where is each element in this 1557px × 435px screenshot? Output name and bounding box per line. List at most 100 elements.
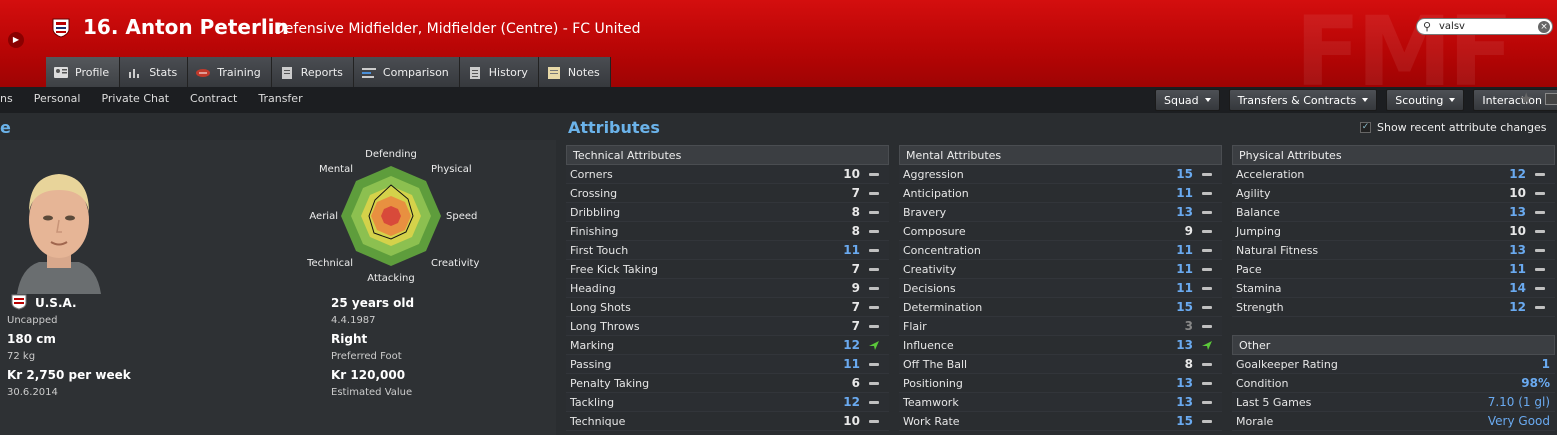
attribute-row[interactable]: Decisions 11 <box>899 279 1222 298</box>
attribute-row[interactable]: Teamwork 13 <box>899 393 1222 412</box>
attribute-row[interactable]: Marking 12 <box>566 336 889 355</box>
attribute-row[interactable]: Jumping 10 <box>1232 222 1555 241</box>
attribute-row[interactable]: Last 5 Games 7.10 (1 gl) <box>1232 393 1555 412</box>
tab-label: Reports <box>300 65 343 79</box>
attribute-row[interactable]: Aggression 15 <box>899 165 1222 184</box>
attribute-row[interactable]: Anticipation 11 <box>899 184 1222 203</box>
tab-training[interactable]: Training <box>188 57 272 87</box>
club-crest-icon <box>52 18 70 38</box>
attribute-row[interactable]: Natural Fitness 13 <box>1232 241 1555 260</box>
attribute-value: 13 <box>1176 395 1193 409</box>
attribute-row[interactable]: Dribbling 8 <box>566 203 889 222</box>
subnav-item[interactable]: ns <box>0 92 13 105</box>
attribute-row[interactable]: Acceleration 12 <box>1232 165 1555 184</box>
attribute-value: 7 <box>851 186 860 200</box>
attribute-row[interactable]: Finishing 8 <box>566 222 889 241</box>
subnav-item[interactable]: Personal <box>34 92 81 105</box>
attribute-value: 6 <box>851 376 860 390</box>
attribute-row[interactable]: Long Shots 7 <box>566 298 889 317</box>
subnav-item[interactable]: Contract <box>190 92 237 105</box>
attribute-name: Decisions <box>903 282 956 295</box>
attribute-row[interactable]: First Touch 11 <box>566 241 889 260</box>
attribute-row[interactable]: Heading 9 <box>566 279 889 298</box>
radar-label-defending: Defending <box>365 149 417 160</box>
trend-steady-icon <box>1201 226 1213 237</box>
attribute-value: 11 <box>1176 186 1193 200</box>
show-recent-changes-toggle[interactable]: ✓ Show recent attribute changes <box>1360 121 1547 134</box>
subnav-item[interactable]: Transfer <box>258 92 302 105</box>
attribute-row[interactable]: Technique 10 <box>566 412 889 431</box>
attribute-name: Long Shots <box>570 301 631 314</box>
attribute-row[interactable]: Strength 12 <box>1232 298 1555 317</box>
tab-profile[interactable]: Profile <box>46 57 121 87</box>
trend-steady-icon <box>1201 188 1213 199</box>
attribute-row[interactable]: Determination 15 <box>899 298 1222 317</box>
training-icon <box>196 68 211 77</box>
squad-dropdown-button[interactable]: Squad <box>1155 89 1220 111</box>
estimated-value: Kr 120,000 <box>331 368 406 382</box>
attribute-name: Last 5 Games <box>1236 396 1312 409</box>
tab-reports[interactable]: Reports <box>271 57 354 87</box>
left-panel-title: e <box>0 118 11 137</box>
trend-steady-icon <box>1201 302 1213 313</box>
attribute-row[interactable]: Morale Very Good <box>1232 412 1555 431</box>
attribute-row[interactable]: Positioning 13 <box>899 374 1222 393</box>
attribute-row[interactable]: Influence 13 <box>899 336 1222 355</box>
attribute-row[interactable]: Agility 10 <box>1232 184 1555 203</box>
attribute-row[interactable]: Penalty Taking 6 <box>566 374 889 393</box>
attribute-row[interactable]: Stamina 14 <box>1232 279 1555 298</box>
attribute-value: 12 <box>1509 300 1526 314</box>
attribute-name: Goalkeeper Rating <box>1236 358 1338 371</box>
attribute-row[interactable]: Creativity 11 <box>899 260 1222 279</box>
clear-search-icon[interactable]: × <box>1538 21 1550 33</box>
expand-arrow-icon[interactable]: ▶ <box>8 32 24 48</box>
attribute-row[interactable]: Pace 11 <box>1232 260 1555 279</box>
trend-steady-icon <box>1534 226 1546 237</box>
attribute-row[interactable]: Flair 3 <box>899 317 1222 336</box>
attribute-value: 1 <box>1541 357 1550 371</box>
attribute-value: 8 <box>851 205 860 219</box>
attribute-row[interactable]: Bravery 13 <box>899 203 1222 222</box>
attribute-row[interactable]: Off The Ball 8 <box>899 355 1222 374</box>
attribute-value: 15 <box>1176 414 1193 428</box>
attribute-name: Bravery <box>903 206 947 219</box>
tab-history[interactable]: History <box>459 57 539 87</box>
attribute-row[interactable]: Composure 9 <box>899 222 1222 241</box>
attribute-name: Passing <box>570 358 612 371</box>
search-input[interactable] <box>1439 20 1534 33</box>
radar-label-speed: Speed <box>446 211 477 222</box>
search-box[interactable]: ⚲ × <box>1416 18 1553 35</box>
transfers-contracts-dropdown-button[interactable]: Transfers & Contracts <box>1228 89 1378 111</box>
attribute-row[interactable]: Crossing 7 <box>566 184 889 203</box>
tab-stats[interactable]: Stats <box>120 57 189 87</box>
attribute-row[interactable]: Goalkeeper Rating 1 <box>1232 355 1555 374</box>
attribute-row[interactable]: Long Throws 7 <box>566 317 889 336</box>
subnav-item[interactable]: Private Chat <box>101 92 169 105</box>
attribute-row[interactable]: Condition 98% <box>1232 374 1555 393</box>
attribute-row[interactable]: Concentration 11 <box>899 241 1222 260</box>
checkbox-icon[interactable]: ✓ <box>1360 122 1371 133</box>
attribute-name: Natural Fitness <box>1236 244 1319 257</box>
favourite-star-icon[interactable]: ★ <box>1519 89 1533 108</box>
tab-comparison[interactable]: Comparison <box>353 57 460 87</box>
tab-notes[interactable]: Notes <box>538 57 611 87</box>
attribute-name: Composure <box>903 225 966 238</box>
trend-steady-icon <box>1201 397 1213 408</box>
attribute-row[interactable]: Free Kick Taking 7 <box>566 260 889 279</box>
menu-icon[interactable] <box>1545 93 1557 105</box>
attribute-value: 7 <box>851 319 860 333</box>
attribute-row[interactable]: Corners 10 <box>566 165 889 184</box>
trend-up-icon <box>868 340 880 351</box>
attribute-name: Technique <box>570 415 626 428</box>
tab-label: Training <box>217 65 261 79</box>
attribute-row[interactable]: Balance 13 <box>1232 203 1555 222</box>
trend-steady-icon <box>1534 188 1546 199</box>
scouting-dropdown-button[interactable]: Scouting <box>1386 89 1465 111</box>
attribute-row[interactable]: Tackling 12 <box>566 393 889 412</box>
attribute-value: 13 <box>1176 205 1193 219</box>
attribute-row[interactable]: Passing 11 <box>566 355 889 374</box>
attribute-name: Long Throws <box>570 320 640 333</box>
attribute-row[interactable]: Work Rate 15 <box>899 412 1222 431</box>
other-attributes-header: Other <box>1232 335 1555 355</box>
trend-steady-icon <box>1534 302 1546 313</box>
